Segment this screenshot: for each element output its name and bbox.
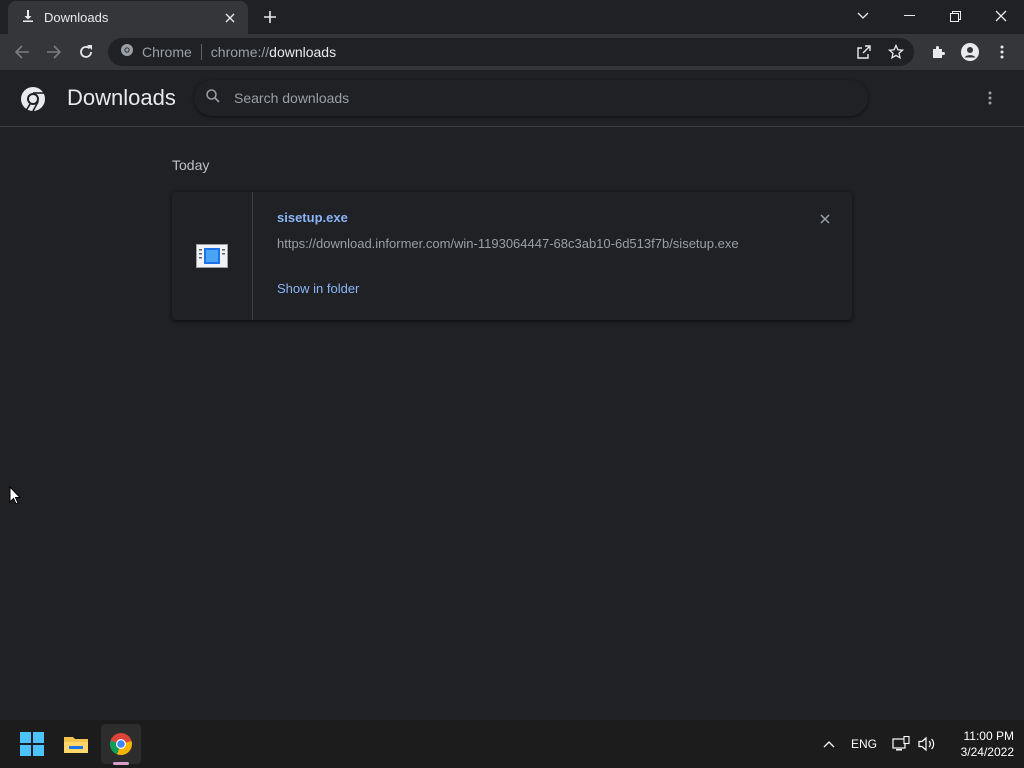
remove-item-icon[interactable] [816,210,834,228]
browser-toolbar: Chrome chrome://downloads [0,34,1024,70]
profile-avatar-icon[interactable] [958,40,982,64]
url-scheme: chrome:// [210,44,270,60]
close-window-icon[interactable] [978,0,1024,32]
tab-title: Downloads [44,10,109,25]
search-box [194,80,868,116]
forward-button[interactable] [42,40,66,64]
tab-search-chevron-icon[interactable] [840,0,886,32]
back-button[interactable] [10,40,34,64]
omnibox-divider [200,44,202,60]
download-icon [22,9,34,27]
file-icon-area [172,192,253,320]
chrome-site-icon [120,43,134,62]
active-app-indicator [113,762,129,765]
file-explorer-icon[interactable] [56,724,96,764]
show-in-folder-link[interactable]: Show in folder [277,281,359,296]
omnibox-origin: Chrome [142,44,192,60]
new-tab-button[interactable] [260,7,280,27]
page-title: Downloads [67,85,176,110]
date-group-label: Today [172,157,210,173]
more-actions-icon[interactable] [980,88,1000,108]
chrome-taskbar-icon[interactable] [101,724,141,764]
start-icon[interactable] [12,724,52,764]
clock-date: 3/24/2022 [960,745,1014,759]
address-bar[interactable]: Chrome chrome://downloads [108,38,914,66]
bookmark-star-icon[interactable] [886,43,906,61]
tab-strip: Downloads [0,0,1024,34]
language-indicator[interactable]: ENG [850,734,878,754]
exe-file-icon [196,244,228,268]
file-source-url[interactable]: https://download.informer.com/win-119306… [277,236,739,251]
omnibox-url: chrome://downloads [211,44,336,60]
close-tab-icon[interactable] [222,10,238,26]
download-item: sisetup.exe https://download.informer.co… [172,192,852,320]
file-name-link[interactable]: sisetup.exe [277,210,348,225]
downloads-header: Downloads [0,70,1024,127]
chrome-logo-icon [20,86,46,114]
system-clock[interactable]: 11:00 PM 3/24/2022 [940,728,1014,760]
mouse-cursor-icon [9,485,22,510]
volume-icon[interactable] [916,734,938,754]
network-icon[interactable] [890,734,912,754]
restore-icon[interactable] [932,0,978,32]
tab-downloads[interactable]: Downloads [8,1,248,34]
windows-taskbar: ENG 11:00 PM 3/24/2022 [0,720,1024,768]
show-hidden-icons-chevron-icon[interactable] [820,734,838,754]
reload-button[interactable] [74,40,98,64]
search-input[interactable] [234,90,834,106]
share-icon[interactable] [854,43,874,61]
clock-time: 11:00 PM [963,729,1014,743]
minimize-icon[interactable] [886,0,932,32]
search-icon [206,88,220,108]
url-host: downloads [269,44,337,60]
chrome-menu-icon[interactable] [990,40,1014,64]
extensions-icon[interactable] [926,40,950,64]
